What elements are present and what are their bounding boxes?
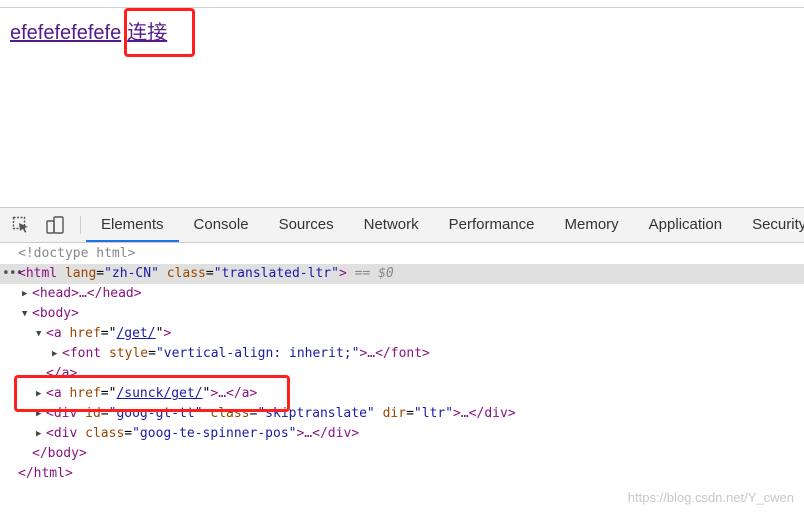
tree-row-a1[interactable]: ▼ <a href="/get/"> <box>0 324 804 344</box>
tab-console[interactable]: Console <box>179 208 264 242</box>
tab-sources[interactable]: Sources <box>264 208 349 242</box>
devtools-panel: Elements Console Sources Network Performance… <box>0 207 804 513</box>
tab-application[interactable]: Application <box>634 208 737 242</box>
page-viewport: efefefefefefe 连接 <box>0 8 804 207</box>
doctype-text: <!doctype html> <box>18 246 136 261</box>
tree-row-html-close[interactable]: </html> <box>0 464 804 484</box>
browser-top-edge <box>0 0 804 8</box>
highlight-box-a2 <box>14 375 290 412</box>
tree-row-body[interactable]: ▼ <body> <box>0 304 804 324</box>
tree-row-doctype[interactable]: <!doctype html> <box>0 244 804 264</box>
elements-tree: <!doctype html> ••• <html lang="zh-CN" c… <box>0 244 804 484</box>
tree-row-body-close[interactable]: </body> <box>0 444 804 464</box>
a1-open-line: <a href="/get/"> <box>46 326 172 341</box>
tree-row-div-spinner[interactable]: ▶ <div class="goog-te-spinner-pos">…</di… <box>0 424 804 444</box>
expand-triangle-icon[interactable]: ▶ <box>52 344 62 364</box>
watermark: https://blog.csdn.net/Y_cwen <box>627 490 794 505</box>
inspect-element-icon[interactable] <box>12 216 30 234</box>
html-open-line: <html lang="zh-CN" class="translated-ltr… <box>18 266 394 281</box>
tab-performance[interactable]: Performance <box>434 208 550 242</box>
expand-triangle-icon[interactable]: ▶ <box>36 424 46 444</box>
tab-elements[interactable]: Elements <box>86 208 179 242</box>
link-efef[interactable]: efefefefefefe <box>10 22 121 44</box>
tree-row-head[interactable]: ▶ <head>…</head> <box>0 284 804 304</box>
tree-row-font[interactable]: ▶ <font style="vertical-align: inherit;"… <box>0 344 804 364</box>
html-close-text: </html> <box>18 466 73 481</box>
toolbar-separator <box>80 216 81 234</box>
head-text: <head>…</head> <box>32 286 142 301</box>
device-toolbar-icon[interactable] <box>46 216 64 234</box>
body-close-text: </body> <box>32 446 87 461</box>
expand-triangle-icon[interactable]: ▶ <box>22 284 32 304</box>
tree-row-html[interactable]: ••• <html lang="zh-CN" class="translated… <box>0 264 804 284</box>
highlight-box-link <box>124 8 195 57</box>
tab-security[interactable]: Security <box>737 208 804 242</box>
font-line: <font style="vertical-align: inherit;">…… <box>62 346 430 361</box>
tab-memory[interactable]: Memory <box>550 208 634 242</box>
collapse-triangle-icon[interactable]: ▼ <box>36 324 46 344</box>
div2-line: <div class="goog-te-spinner-pos">…</div> <box>46 426 360 441</box>
devtools-toolbar: Elements Console Sources Network Performance… <box>0 208 804 243</box>
tab-network[interactable]: Network <box>349 208 434 242</box>
body-open-text: <body> <box>32 306 79 321</box>
devtools-tabs: Elements Console Sources Network Performance… <box>86 208 804 242</box>
collapse-triangle-icon[interactable]: ▼ <box>22 304 32 324</box>
